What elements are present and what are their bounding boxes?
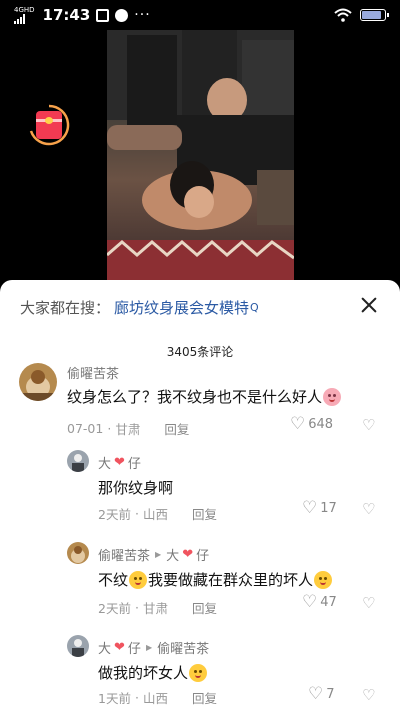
reply-item: 大 ❤ 仔 那你纹身啊 2天前 · 山西 回复 ♡ 17 ♡	[0, 450, 400, 530]
like-count: 7	[326, 687, 335, 702]
heart-icon: ♡	[308, 684, 324, 704]
red-packet-reward-icon[interactable]	[27, 103, 71, 147]
reply-author[interactable]: 大 ❤ 仔 ▶ 偷曜苦茶	[98, 638, 209, 657]
reply-item: 大 ❤ 仔 ▶ 偷曜苦茶 做我的坏女人 1天前 · 山西 回复 ♡ 7 ♡	[0, 635, 400, 705]
like-button[interactable]: ♡ 648	[290, 416, 333, 433]
reply-to-name: 偷曜苦茶	[157, 642, 210, 657]
reply-meta: 2天前 · 甘肃 回复	[98, 598, 217, 617]
video-player[interactable]	[0, 30, 400, 285]
author-name: 偷曜苦茶	[98, 549, 151, 564]
notification-icon	[96, 8, 110, 22]
suggested-search-row[interactable]: 大家都在搜： 廊坊纹身展会女模特 Q	[20, 296, 384, 318]
reply-to-suffix: 仔	[196, 549, 210, 564]
reply-arrow-icon: ▶	[155, 550, 162, 559]
dislike-icon[interactable]: ♡	[362, 594, 375, 612]
avatar[interactable]	[67, 635, 89, 657]
like-count: 648	[308, 417, 334, 432]
comment-text-content: 纹身怎么了？我不纹身也不是什么好人	[67, 388, 323, 406]
like-button[interactable]: ♡ 17	[302, 500, 337, 517]
comment-location: 甘肃	[115, 422, 141, 437]
reply-to-prefix: 大	[166, 549, 180, 564]
author-suffix: 仔	[127, 457, 141, 472]
video-frame[interactable]	[107, 30, 294, 280]
author-prefix: 大	[98, 457, 112, 472]
like-count: 17	[320, 501, 337, 516]
signal-icon	[14, 13, 25, 24]
like-button[interactable]: ♡ 47	[302, 594, 337, 611]
comment-date: 07-01	[67, 421, 104, 436]
reply-author[interactable]: 偷曜苦茶 ▶ 大 ❤ 仔	[98, 545, 209, 564]
reply-author[interactable]: 大 ❤ 仔	[98, 453, 141, 472]
comment-sheet: 大家都在搜： 廊坊纹身展会女模特 Q 3405条评论 偷曜苦茶 纹身怎么了？我不…	[0, 280, 400, 705]
battery-icon	[360, 9, 389, 21]
tongue-face-emoji	[314, 570, 333, 589]
reply-date: 2天前	[98, 507, 131, 522]
dislike-icon[interactable]: ♡	[362, 416, 375, 434]
author-prefix: 大	[98, 642, 112, 657]
red-heart-icon: ❤	[182, 547, 194, 562]
avatar[interactable]	[19, 363, 57, 401]
dislike-icon[interactable]: ♡	[362, 686, 375, 704]
signal-indicator: 4GHD	[14, 5, 35, 24]
reply-location: 山西	[142, 691, 168, 705]
reply-meta: 1天前 · 山西 回复	[98, 688, 217, 705]
dislike-icon[interactable]: ♡	[362, 500, 375, 518]
avatar[interactable]	[67, 450, 89, 472]
heart-icon: ♡	[302, 592, 318, 612]
reply-location: 山西	[142, 507, 168, 522]
more-notifications-icon: ···	[134, 7, 151, 23]
suggested-search-link[interactable]: 廊坊纹身展会女模特	[114, 297, 249, 318]
tongue-face-emoji	[129, 570, 148, 589]
reply-button[interactable]: 回复	[164, 419, 189, 438]
app-notification-icon	[115, 8, 129, 22]
search-prefix-label: 大家都在搜：	[20, 298, 111, 317]
comment-text: 纹身怎么了？我不纹身也不是什么好人	[67, 386, 342, 407]
reply-text-part-b: 我要做藏在群众里的坏人	[148, 571, 314, 589]
reply-date: 1天前	[98, 691, 131, 705]
search-icon: Q	[250, 300, 259, 314]
like-count: 47	[320, 595, 337, 610]
comment-count-title: 3405条评论	[166, 345, 234, 359]
comment-author[interactable]: 偷曜苦茶	[67, 363, 119, 382]
reply-item: 偷曜苦茶 ▶ 大 ❤ 仔 不纹 我要做藏在群众里的坏人 2天前 · 甘肃 回复 …	[0, 542, 400, 622]
heart-icon: ♡	[290, 414, 306, 434]
comment-meta: 07-01 · 甘肃 回复	[67, 419, 190, 438]
red-heart-icon: ❤	[114, 455, 125, 470]
red-heart-icon: ❤	[114, 640, 125, 655]
reply-button[interactable]: 回复	[192, 688, 217, 705]
reply-meta: 2天前 · 山西 回复	[98, 504, 217, 523]
heart-icon: ♡	[302, 498, 318, 518]
like-button[interactable]: ♡ 7	[308, 686, 335, 703]
clock: 17:43	[42, 6, 91, 24]
video-scene-image	[107, 30, 294, 280]
reply-button[interactable]: 回复	[192, 504, 217, 523]
reply-text-part-a: 不纹	[98, 571, 129, 589]
close-button[interactable]	[360, 296, 378, 314]
reply-text: 不纹 我要做藏在群众里的坏人	[98, 569, 333, 590]
reply-text-content: 做我的坏女人	[98, 664, 189, 682]
reply-arrow-icon: ▶	[145, 643, 153, 652]
reply-date: 2天前	[98, 601, 131, 616]
status-bar: 4GHD 17:43 ···	[0, 0, 400, 30]
wifi-icon	[334, 8, 352, 22]
reply-text: 做我的坏女人	[98, 662, 208, 683]
reply-button[interactable]: 回复	[192, 598, 217, 617]
network-type: 4GHD	[14, 5, 35, 14]
dizzy-face-emoji	[189, 663, 208, 682]
reply-location: 甘肃	[142, 601, 168, 616]
comment-item: 偷曜苦茶 纹身怎么了？我不纹身也不是什么好人 07-01 · 甘肃 回复 ♡ 6…	[0, 360, 400, 440]
avatar[interactable]	[67, 542, 89, 564]
pig-face-emoji	[323, 387, 342, 406]
author-suffix: 仔	[127, 642, 141, 657]
reply-text: 那你纹身啊	[98, 479, 174, 497]
